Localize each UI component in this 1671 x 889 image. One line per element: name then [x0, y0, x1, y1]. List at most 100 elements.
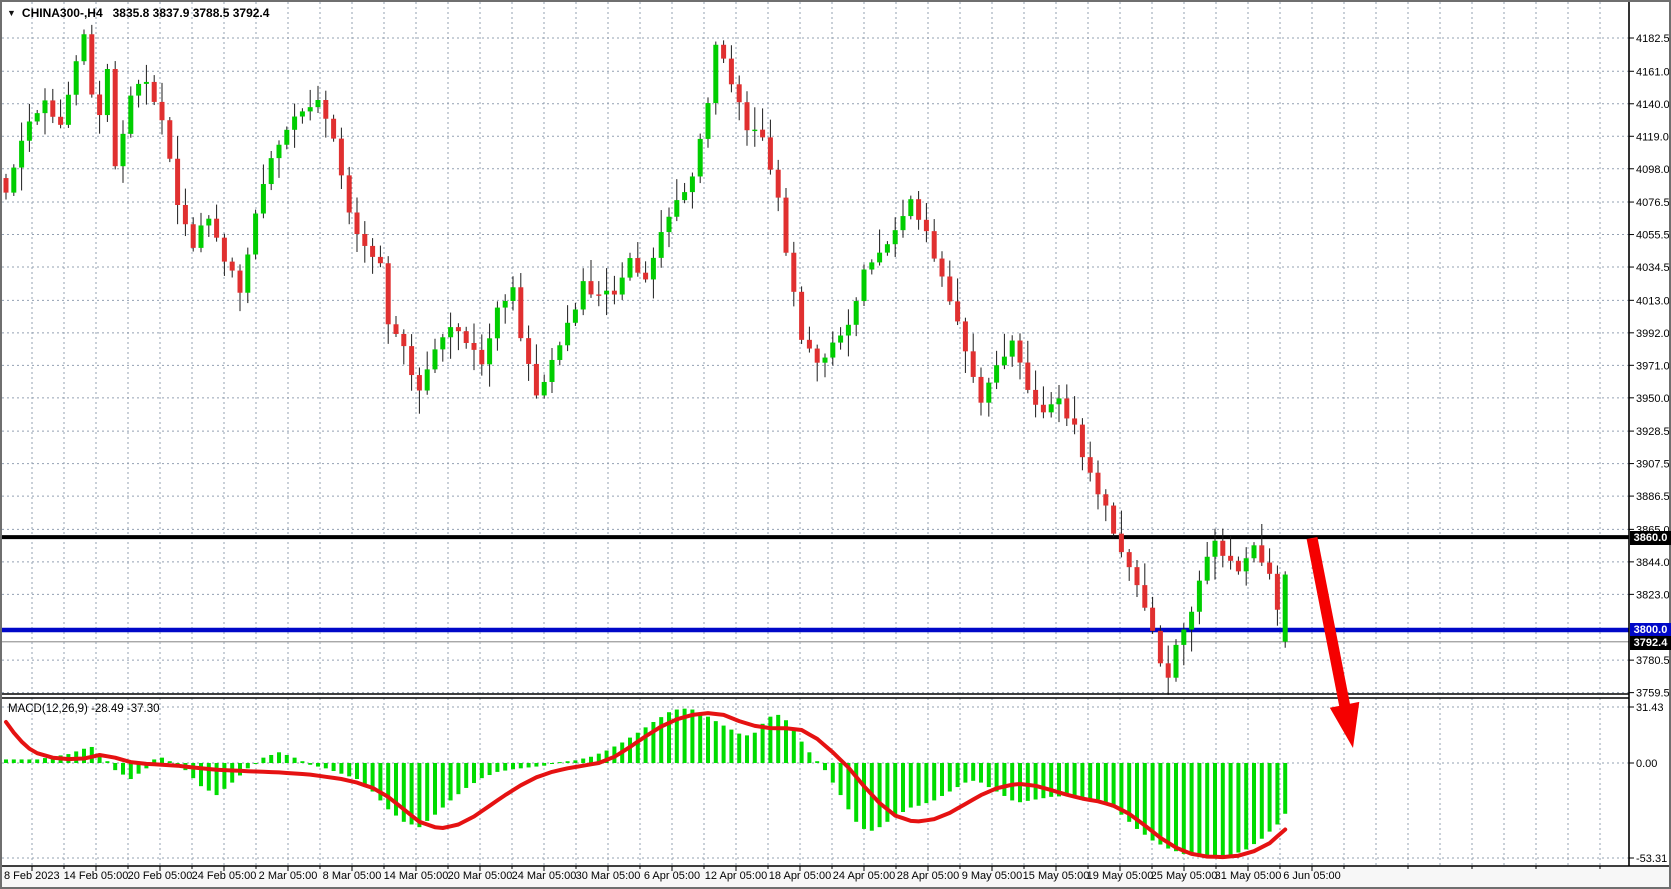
macd-histogram-bar: [839, 763, 843, 795]
candle-body: [706, 103, 711, 139]
macd-histogram-bar: [550, 763, 554, 764]
price-tick-label: 3950.0: [1636, 393, 1670, 405]
price-tick-label: 3844.0: [1636, 557, 1670, 569]
candle-body: [433, 349, 438, 369]
candle-body: [971, 351, 976, 377]
macd-histogram-bar: [792, 731, 796, 763]
macd-histogram-bar: [160, 758, 164, 763]
macd-histogram-bar: [1229, 763, 1233, 856]
macd-histogram-bar: [729, 730, 733, 763]
candle-body: [448, 327, 453, 337]
macd-histogram-bar: [27, 759, 31, 763]
candle-body: [66, 95, 71, 125]
price-chart-surface[interactable]: 4182.54161.04140.04119.04098.04076.54055…: [0, 0, 1671, 889]
candle-body: [43, 100, 48, 113]
candle-body: [979, 377, 984, 403]
candle-body: [495, 308, 500, 339]
macd-histogram-bar: [511, 763, 515, 769]
macd-histogram-bar: [347, 763, 351, 776]
price-tick-label: 4182.5: [1636, 33, 1670, 45]
candle-body: [1220, 541, 1225, 556]
symbol-dropdown-icon[interactable]: ▼: [7, 8, 16, 18]
date-label: 8 Mar 05:00: [323, 870, 382, 882]
candle-body: [877, 253, 882, 263]
candle-body: [1025, 363, 1030, 390]
candle-body: [924, 220, 929, 231]
macd-histogram-bar: [948, 763, 952, 792]
candle-body: [1205, 557, 1210, 581]
candle-body: [784, 198, 789, 253]
candle-body: [316, 100, 321, 107]
macd-histogram-bar: [534, 763, 538, 767]
candle-body: [58, 117, 63, 125]
date-label: 6 Jun 05:00: [1283, 870, 1341, 882]
macd-histogram-bar: [43, 758, 47, 763]
candle-body: [1119, 534, 1124, 552]
candle-body: [846, 325, 851, 336]
macd-histogram-bar: [441, 763, 445, 808]
candle-body: [604, 291, 609, 295]
macd-histogram-bar: [581, 759, 585, 763]
candle-body: [854, 301, 859, 325]
candle-body: [191, 224, 196, 248]
macd-histogram-bar: [472, 763, 476, 783]
candle-body: [737, 84, 742, 102]
candle-body: [261, 184, 266, 214]
macd-histogram-bar: [1236, 763, 1240, 853]
candle-body: [284, 130, 289, 145]
candle-body: [511, 287, 516, 301]
candle-body: [199, 225, 204, 247]
macd-histogram-bar: [1096, 763, 1100, 800]
date-label: 20 Mar 05:00: [448, 870, 513, 882]
candle-body: [963, 321, 968, 351]
date-label: 14 Mar 05:00: [384, 870, 449, 882]
date-label: 24 Apr 05:00: [833, 870, 895, 882]
macd-histogram-bar: [776, 715, 780, 763]
candle-body: [19, 141, 24, 168]
candle-body: [253, 214, 258, 255]
macd-histogram-bar: [831, 763, 835, 783]
macd-histogram-bar: [12, 759, 16, 763]
candle-body: [752, 130, 757, 131]
candle-body: [1103, 494, 1108, 505]
candle-body: [128, 96, 133, 134]
candle-body: [1033, 390, 1038, 405]
macd-histogram-bar: [901, 763, 905, 812]
macd-histogram-bar: [1252, 763, 1256, 844]
candle-body: [815, 349, 820, 363]
macd-histogram-bar: [386, 763, 390, 809]
candle-body: [1213, 541, 1218, 557]
candle-body: [121, 134, 126, 166]
price-tick-label: 4161.0: [1636, 66, 1670, 78]
candle-body: [612, 291, 617, 295]
candle-body: [628, 258, 633, 278]
candle-body: [35, 113, 40, 121]
candle-body: [136, 84, 141, 96]
date-label: 8 Feb 2023: [4, 870, 60, 882]
price-tick-label: 3886.5: [1636, 491, 1670, 503]
candle-body: [550, 360, 555, 382]
macd-histogram-bar: [332, 763, 336, 771]
candle-body: [908, 199, 913, 216]
macd-tick-label: 0.00: [1636, 758, 1657, 770]
macd-histogram-bar: [745, 735, 749, 763]
macd-histogram-bar: [1205, 763, 1209, 857]
price-tick-label: 4055.5: [1636, 230, 1670, 242]
macd-histogram-bar: [20, 759, 24, 763]
candle-body: [862, 270, 867, 302]
macd-histogram-bar: [636, 733, 640, 763]
candle-body: [620, 278, 625, 295]
candle-body: [589, 281, 594, 294]
candle-body: [682, 192, 687, 200]
candle-body: [713, 45, 718, 103]
macd-histogram-bar: [308, 763, 312, 765]
candle-body: [768, 137, 773, 169]
candle-body: [869, 262, 874, 269]
candle-body: [893, 230, 898, 244]
price-tick-label: 3823.0: [1636, 589, 1670, 601]
macd-histogram-bar: [355, 763, 359, 779]
macd-histogram-bar: [909, 763, 913, 808]
macd-histogram-bar: [768, 717, 772, 763]
macd-histogram-bar: [1166, 763, 1170, 849]
candle-body: [791, 253, 796, 292]
